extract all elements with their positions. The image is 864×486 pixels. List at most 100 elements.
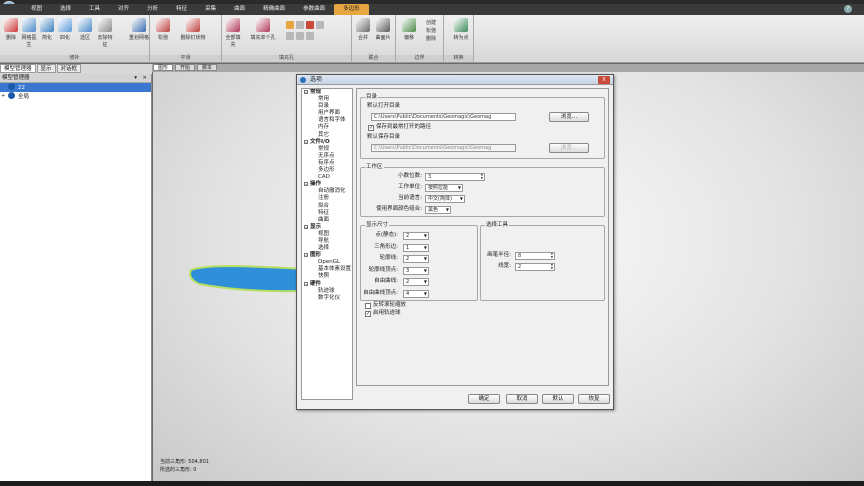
- nav-item[interactable]: 视图: [302, 231, 352, 238]
- ribbon-button[interactable]: 转为点: [452, 18, 470, 52]
- menu-item[interactable]: 多边形: [334, 4, 369, 15]
- collapse-icon[interactable]: −: [304, 253, 308, 258]
- spin-arrows-icon[interactable]: ▲ ▼: [481, 174, 483, 180]
- browse-save-dir-button[interactable]: 浏览...: [549, 143, 589, 153]
- menu-item[interactable]: 精确曲面: [254, 4, 294, 15]
- expand-icon[interactable]: +: [1, 92, 5, 101]
- nav-item[interactable]: 有序点: [302, 160, 352, 167]
- menu-item[interactable]: 采集: [196, 4, 225, 15]
- menu-item[interactable]: 视图: [22, 4, 51, 15]
- nav-item[interactable]: 其它: [302, 132, 352, 139]
- decimals-stepper[interactable]: 3 ▲ ▼: [425, 173, 485, 181]
- collapse-icon[interactable]: −: [304, 182, 308, 187]
- ribbon-button[interactable]: 网格医生: [20, 18, 38, 52]
- nav-item[interactable]: 内存: [302, 124, 352, 131]
- display-size-select[interactable]: 2 ▼: [403, 255, 429, 263]
- delete-menu-item[interactable]: 删除: [426, 35, 436, 43]
- viewport-tab[interactable]: 图形: [153, 64, 174, 71]
- menu-item[interactable]: 参数曲面: [294, 4, 334, 15]
- tree-item[interactable]: + 全局: [0, 92, 151, 101]
- display-size-select[interactable]: 4 ▼: [403, 289, 429, 298]
- brush-radius-stepper[interactable]: 8 ▲ ▼: [515, 252, 555, 260]
- nav-item[interactable]: 轨迹球: [302, 288, 352, 295]
- nav-item[interactable]: 注册: [302, 195, 352, 202]
- nav-category[interactable]: − 显示: [302, 224, 352, 231]
- close-icon[interactable]: ×: [142, 74, 147, 83]
- ribbon-button[interactable]: 简化: [38, 18, 56, 52]
- nav-item[interactable]: 导航: [302, 238, 352, 245]
- ribbon-button[interactable]: 松弛: [154, 18, 172, 52]
- reverse-wheel-zoom-checkbox[interactable]: [365, 303, 371, 309]
- pin-icon[interactable]: ▾: [134, 74, 137, 83]
- default-save-dir-input[interactable]: C:\Users\Public\Documents\Geomagic\Geoma…: [371, 144, 516, 152]
- nav-item[interactable]: 特征: [302, 210, 352, 217]
- menu-item[interactable]: 工具: [80, 4, 109, 15]
- display-size-select[interactable]: 2 ▼: [403, 278, 429, 286]
- menu-item[interactable]: 分析: [138, 4, 167, 15]
- collapse-icon[interactable]: −: [304, 139, 308, 144]
- enable-trackball-checkbox[interactable]: ✓: [365, 311, 371, 317]
- hole-tool-icon[interactable]: [286, 21, 294, 29]
- left-panel-tab[interactable]: 显示: [36, 64, 56, 73]
- color-scheme-select[interactable]: 黑色 ▼: [425, 206, 451, 214]
- default-button[interactable]: 默认: [542, 394, 574, 404]
- ribbon-button[interactable]: 偏移: [400, 18, 418, 52]
- ribbon-button[interactable]: 合并: [354, 18, 372, 52]
- default-open-dir-input[interactable]: C:\Users\Public\Documents\Geomagic\Geoma…: [371, 113, 516, 121]
- ribbon-button[interactable]: 删除: [2, 18, 20, 52]
- dialog-close-button[interactable]: X: [598, 76, 610, 84]
- units-select[interactable]: 按照拉能 ▼: [425, 184, 463, 192]
- hole-tool-icon[interactable]: [286, 32, 294, 40]
- nav-category[interactable]: − 文件I/O: [302, 139, 352, 146]
- save-recent-path-checkbox[interactable]: ✓: [368, 125, 374, 131]
- spin-arrows-icon[interactable]: ▲ ▼: [551, 253, 553, 259]
- left-panel-tab[interactable]: 模型管理器: [0, 64, 36, 73]
- menu-item[interactable]: 曲面: [225, 4, 254, 15]
- nav-category[interactable]: − 硬件: [302, 281, 352, 288]
- language-select[interactable]: 中文(简体) ▼: [425, 195, 465, 203]
- menu-item[interactable]: 特征: [167, 4, 196, 15]
- collapse-icon[interactable]: −: [304, 90, 308, 94]
- line-width-stepper[interactable]: 2 ▲ ▼: [515, 263, 555, 271]
- display-size-select[interactable]: 3 ▼: [403, 266, 429, 275]
- collapse-icon[interactable]: −: [304, 281, 308, 286]
- hole-tool-icon[interactable]: [316, 21, 324, 29]
- collapse-icon[interactable]: −: [304, 224, 308, 229]
- ribbon-button[interactable]: 删除钉状物: [180, 18, 206, 52]
- create-menu-item[interactable]: 创建: [426, 19, 436, 27]
- nav-item[interactable]: 常规: [302, 146, 352, 153]
- ok-button[interactable]: 确定: [468, 394, 500, 404]
- ribbon-button[interactable]: 全部填充: [224, 18, 242, 52]
- tree-item[interactable]: 22: [0, 83, 151, 92]
- relax-menu-item[interactable]: 松弛: [426, 27, 436, 35]
- ribbon-button[interactable]: 重划网格: [126, 18, 152, 52]
- spin-arrows-icon[interactable]: ▲ ▼: [551, 264, 553, 270]
- nav-category[interactable]: − 图形: [302, 252, 352, 259]
- ribbon-button[interactable]: 四化: [56, 18, 74, 52]
- hole-tool-icon[interactable]: [306, 32, 314, 40]
- nav-item[interactable]: 快照: [302, 273, 352, 280]
- viewport-tab[interactable]: 开始: [175, 64, 196, 71]
- menu-item[interactable]: 对齐: [109, 4, 138, 15]
- nav-item[interactable]: 无序点: [302, 153, 352, 160]
- hole-tool-icon[interactable]: [306, 21, 314, 29]
- restore-button[interactable]: 恢复: [578, 394, 610, 404]
- display-size-select[interactable]: 2 ▼: [403, 232, 429, 240]
- cancel-button[interactable]: 取消: [506, 394, 538, 404]
- hole-tool-icon[interactable]: [296, 32, 304, 40]
- display-size-select[interactable]: 1 ▼: [403, 243, 429, 252]
- viewport-tab[interactable]: 脚本: [197, 64, 218, 71]
- browse-open-dir-button[interactable]: 浏览...: [549, 112, 589, 122]
- hole-tool-icon[interactable]: [296, 21, 304, 29]
- nav-item[interactable]: 多边形: [302, 167, 352, 174]
- nav-item[interactable]: 曲面: [302, 217, 352, 224]
- left-panel-tab[interactable]: 对话框: [56, 64, 82, 73]
- ribbon-button[interactable]: 选区: [76, 18, 94, 52]
- help-icon[interactable]: ?: [844, 5, 852, 13]
- dialog-title-bar[interactable]: 选项 X: [297, 75, 613, 85]
- ribbon-button[interactable]: 曲面片: [374, 18, 392, 52]
- ribbon-button[interactable]: 去除特征: [96, 18, 114, 52]
- menu-item[interactable]: 选择: [51, 4, 80, 15]
- nav-item[interactable]: 数字化仪: [302, 295, 352, 302]
- nav-item[interactable]: 拟合: [302, 203, 352, 210]
